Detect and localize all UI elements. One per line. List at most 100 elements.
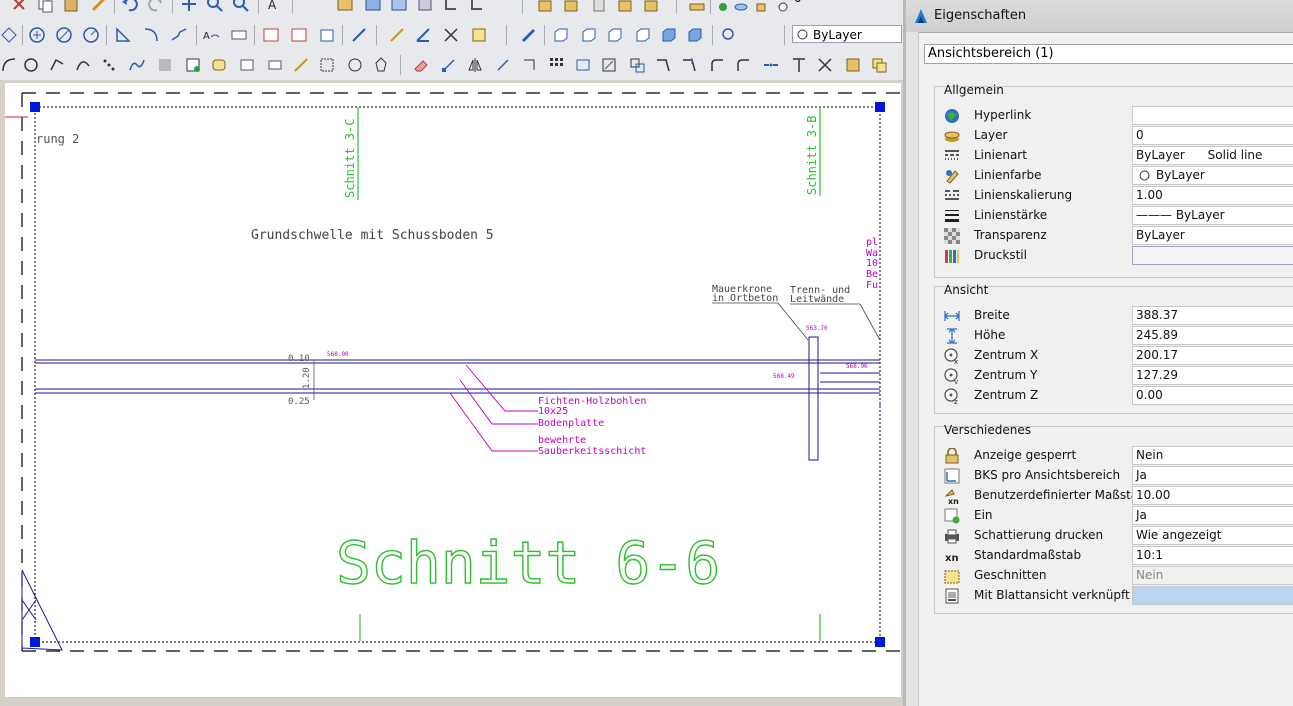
stretch-icon[interactable] [654,56,672,74]
prop-row-zentrum-x[interactable]: x Zentrum X 200.17 [934,346,1293,366]
text-style-icon[interactable]: A [266,0,284,13]
prop-value-linienfarbe[interactable]: ByLayer [1132,166,1293,185]
pen-icon[interactable] [520,26,538,44]
paste-icon[interactable] [62,0,80,13]
arc-icon[interactable] [0,56,18,74]
grip-top-left[interactable] [30,102,40,112]
table-icon[interactable] [238,56,256,74]
layer-thaw-icon[interactable] [732,0,750,13]
view-top-icon[interactable] [552,26,570,44]
prop-value[interactable]: 10:1 [1132,546,1293,565]
sheetset-manager-icon[interactable] [616,0,634,13]
toolpalette-icon[interactable] [590,0,608,13]
extend-icon[interactable] [708,56,726,74]
designcenter-icon[interactable] [562,0,580,13]
prop-value[interactable]: 1.00 [1132,186,1293,205]
prop-value[interactable]: 0.00 [1132,386,1293,405]
offset-icon[interactable] [494,56,512,74]
properties-icon[interactable] [870,56,888,74]
selection-dropdown[interactable]: Ansichtsbereich (1) [924,44,1293,64]
arc-dim-icon[interactable] [142,26,160,44]
dim-style-icon[interactable] [336,0,354,13]
pan-icon[interactable] [180,0,198,13]
prop-value[interactable]: Ja [1132,466,1293,485]
hatch-icon[interactable] [156,56,174,74]
revcloud-icon[interactable] [48,56,66,74]
ellipse-icon[interactable] [100,56,118,74]
chamfer-icon[interactable] [790,56,808,74]
view-front-icon[interactable] [660,26,678,44]
dim-inspect-icon[interactable] [470,26,488,44]
view-left-icon[interactable] [606,26,624,44]
prop-value[interactable]: 10.00 [1132,486,1293,505]
donut-icon[interactable] [372,56,390,74]
matchprop-icon[interactable] [90,0,108,13]
section-title-allgemein[interactable]: Allgemein [944,83,1004,97]
markup-icon[interactable] [468,0,486,13]
prop-row-layer[interactable]: Layer 0 [934,126,1293,146]
prop-row-ein[interactable]: Ein Ja [934,506,1293,526]
prop-row-geschnitten[interactable]: Geschnitten Nein [934,566,1293,586]
prop-value[interactable]: 245.89 [1132,326,1293,345]
array-icon[interactable] [548,56,566,74]
insert-block-icon[interactable] [292,56,310,74]
prop-row-linienskalierung[interactable]: Linienskalierung 1.00 [934,186,1293,206]
prop-row-hoehe[interactable]: Höhe 245.89 [934,326,1293,346]
angular-dim-icon[interactable] [114,26,132,44]
zoom-realtime-icon[interactable] [206,0,224,13]
prop-value[interactable]: Nein [1132,446,1293,465]
prop-row-breite[interactable]: Breite 388.37 [934,306,1293,326]
table-style-icon[interactable] [364,0,382,13]
mleader-style-icon[interactable] [390,0,408,13]
prop-row-schattierung[interactable]: Schattierung drucken Wie angezeigt [934,526,1293,546]
prop-row-transparenz[interactable]: Transparenz ByLayer [934,226,1293,246]
prop-value[interactable]: ByLayer Solid line [1132,146,1293,165]
prop-value[interactable]: ByLayer [1132,226,1293,245]
jog-dim-icon[interactable] [170,26,188,44]
view-bottom-icon[interactable] [580,26,598,44]
prop-value[interactable] [1132,106,1293,125]
region-icon[interactable] [210,56,228,74]
prop-row-druckstil[interactable]: Druckstil [934,246,1293,266]
prop-row-blattansicht[interactable]: Mit Blattansicht verknüpft [934,586,1293,606]
dim-override-icon[interactable] [290,26,308,44]
drawing-canvas[interactable]: rung 2 Schnitt 3-C Schnitt 3-B Grundschw… [0,80,903,706]
layer-combo[interactable]: 0 [790,0,900,7]
prop-value[interactable]: 127.29 [1132,366,1293,385]
circle-radius-icon[interactable] [82,26,100,44]
color-combo[interactable]: ByLayer [792,25,902,43]
prop-row-zentrum-z[interactable]: z Zentrum Z 0.00 [934,386,1293,406]
grip-bottom-left[interactable] [30,637,40,647]
copy-icon[interactable] [36,0,54,13]
field-icon[interactable] [230,26,248,44]
prop-value[interactable]: 0 [1132,126,1293,145]
prop-value[interactable]: 200.17 [1132,346,1293,365]
dim-edit-icon[interactable] [350,26,368,44]
trim-icon[interactable] [680,56,698,74]
dim-oblique-icon[interactable] [388,26,406,44]
zoom-window-icon[interactable] [232,0,250,13]
view-back-icon[interactable] [686,26,704,44]
rotate-icon[interactable] [600,56,618,74]
prop-value[interactable] [1132,246,1293,265]
break-icon[interactable] [734,56,752,74]
scale-icon[interactable] [628,56,646,74]
prop-row-bks[interactable]: BKS pro Ansichtsbereich Ja [934,466,1293,486]
prop-value[interactable]: ——— ByLayer [1132,206,1293,225]
layer-on-icon[interactable] [714,0,732,13]
grip-bottom-right[interactable] [875,637,885,647]
explode-icon[interactable] [844,56,862,74]
circle-center-icon[interactable] [28,26,46,44]
redo-icon[interactable] [148,0,166,13]
offset-copy-icon[interactable] [520,56,538,74]
named-views-icon[interactable] [720,26,738,44]
mirror-icon[interactable] [466,56,484,74]
dim-text-angle-icon[interactable] [414,26,432,44]
move-icon[interactable] [574,56,592,74]
section-title-verschiedenes[interactable]: Verschiedenes [944,423,1031,437]
prop-row-linienstaerke[interactable]: Linienstärke ——— ByLayer [934,206,1293,226]
polyline-icon[interactable] [128,56,146,74]
grip-top-right[interactable] [875,102,885,112]
cut-icon[interactable] [10,0,28,13]
layer-unlock-icon[interactable] [752,0,770,13]
